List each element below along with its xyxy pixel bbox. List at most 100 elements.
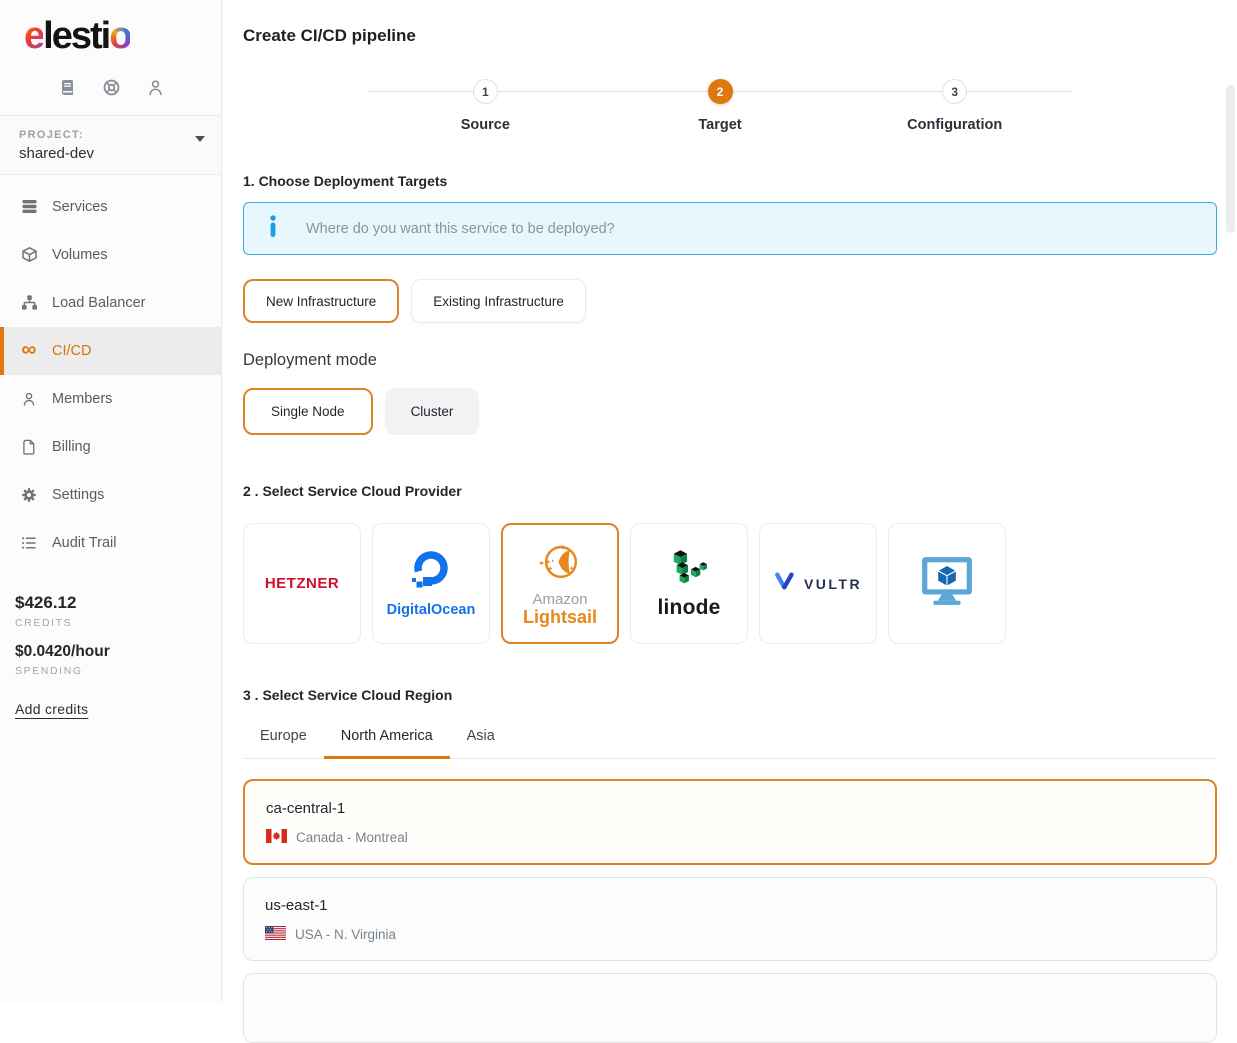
single-node-button[interactable]: Single Node — [243, 388, 373, 435]
region-code: ca-central-1 — [266, 800, 1194, 817]
page-title: Create CI/CD pipeline — [243, 26, 1217, 46]
region-card-partial[interactable] — [243, 973, 1217, 1043]
hetzner-logo: HETZNER — [265, 575, 339, 592]
linode-logo-text: linode — [657, 596, 720, 620]
digitalocean-logo-text: DigitalOcean — [387, 602, 476, 618]
sidebar-item-services[interactable]: Services — [0, 183, 221, 231]
region-code: us-east-1 — [265, 897, 1195, 914]
region-location: Canada - Montreal — [296, 830, 408, 845]
provider-card-hetzner[interactable]: HETZNER — [243, 523, 361, 644]
sidebar-item-audit-trail[interactable]: Audit Trail — [0, 519, 221, 567]
vultr-logo-text: VULTR — [804, 576, 862, 592]
add-credits-link[interactable]: Add credits — [15, 701, 88, 717]
step-target[interactable]: 2 Target — [603, 79, 838, 133]
region-tabs: Europe North America Asia — [243, 718, 1217, 759]
provider-cards: HETZNER DigitalOcean — [243, 523, 1217, 644]
user-icon[interactable] — [146, 78, 165, 97]
members-icon — [20, 391, 38, 407]
info-banner-text: Where do you want this service to be dep… — [306, 221, 615, 237]
region-location: USA - N. Virginia — [295, 927, 396, 942]
project-value: shared-dev — [19, 145, 205, 162]
step-label-configuration: Configuration — [907, 117, 1002, 133]
sidebar-item-cicd[interactable]: ∞ CI/CD — [0, 327, 221, 375]
sidebar-item-label: CI/CD — [52, 343, 91, 359]
chevron-down-icon — [195, 136, 205, 142]
provider-card-linode[interactable]: linode — [630, 523, 748, 644]
sidebar-item-label: Services — [52, 199, 108, 215]
canada-flag-icon — [266, 829, 287, 846]
region-card-us-east-1[interactable]: us-east-1 — [243, 877, 1217, 961]
sidebar-item-label: Volumes — [52, 247, 108, 263]
provider-card-virtual-machine[interactable] — [888, 523, 1006, 644]
cluster-button[interactable]: Cluster — [385, 388, 480, 435]
digitalocean-logo-icon — [410, 550, 452, 599]
spending-amount: $0.0420/hour — [15, 643, 221, 661]
sidebar-item-label: Load Balancer — [52, 295, 146, 311]
lightsail-logo-icon — [537, 539, 583, 590]
credits-block: $426.12 CREDITS $0.0420/hour SPENDING Ad… — [0, 593, 221, 719]
logo-letter-o: o — [109, 15, 130, 57]
sidebar-item-load-balancer[interactable]: Load Balancer — [0, 279, 221, 327]
provider-section-heading: 2 . Select Service Cloud Provider — [243, 483, 1217, 499]
step-circle-3: 3 — [942, 79, 967, 104]
step-label-source: Source — [461, 117, 510, 133]
linode-logo-icon — [668, 548, 710, 593]
tab-asia[interactable]: Asia — [450, 718, 512, 759]
project-label: PROJECT: — [19, 129, 205, 141]
sidebar-item-label: Billing — [52, 439, 91, 455]
audit-trail-icon — [20, 535, 38, 551]
deployment-target-options: New Infrastructure Existing Infrastructu… — [243, 279, 1217, 323]
cicd-infinity-icon: ∞ — [20, 342, 38, 359]
region-card-ca-central-1[interactable]: ca-central-1 Canada - Montreal — [243, 779, 1217, 865]
lightsail-logo-text-lightsail: Lightsail — [523, 608, 597, 628]
vertical-scrollbar-thumb[interactable] — [1226, 85, 1235, 233]
tab-europe[interactable]: Europe — [243, 718, 324, 759]
provider-card-digitalocean[interactable]: DigitalOcean — [372, 523, 490, 644]
new-infrastructure-button[interactable]: New Infrastructure — [243, 279, 399, 323]
sidebar: elestio PROJECT: shared-d — [0, 0, 222, 1002]
sidebar-item-members[interactable]: Members — [0, 375, 221, 423]
step-source[interactable]: 1 Source — [368, 79, 603, 133]
project-selector[interactable]: PROJECT: shared-dev — [0, 115, 221, 175]
credits-amount: $426.12 — [15, 593, 221, 613]
step-label-target: Target — [698, 117, 741, 133]
sidebar-nav: Services Volumes — [0, 183, 221, 567]
deployment-mode-options: Single Node Cluster — [243, 388, 1217, 435]
virtual-machine-monitor-icon — [919, 555, 975, 612]
load-balancer-icon — [20, 294, 38, 311]
sidebar-item-volumes[interactable]: Volumes — [0, 231, 221, 279]
deployment-targets-heading: 1. Choose Deployment Targets — [243, 173, 1217, 189]
stepper: 1 Source 2 Target 3 Configuration — [368, 79, 1072, 133]
provider-card-amazon-lightsail[interactable]: Amazon Lightsail — [501, 523, 619, 644]
sidebar-quick-icons — [0, 58, 221, 115]
tab-north-america[interactable]: North America — [324, 718, 450, 759]
elestio-logo: elestio — [0, 0, 221, 58]
billing-icon — [20, 439, 38, 455]
sidebar-item-label: Audit Trail — [52, 535, 116, 551]
main-content: Create CI/CD pipeline 1 Source 2 Target … — [222, 0, 1237, 1002]
vultr-logo-icon — [774, 572, 795, 596]
region-section-heading: 3 . Select Service Cloud Region — [243, 687, 1217, 703]
provider-card-vultr[interactable]: VULTR — [759, 523, 877, 644]
info-banner: Where do you want this service to be dep… — [243, 202, 1217, 255]
sidebar-item-billing[interactable]: Billing — [0, 423, 221, 471]
deployment-mode-heading: Deployment mode — [243, 351, 1217, 370]
services-icon — [20, 198, 38, 215]
sidebar-item-label: Members — [52, 391, 112, 407]
usa-flag-icon — [265, 926, 286, 943]
step-circle-2: 2 — [708, 79, 733, 104]
credits-label: CREDITS — [15, 617, 221, 629]
life-buoy-icon[interactable] — [102, 78, 121, 97]
sidebar-item-settings[interactable]: Settings — [0, 471, 221, 519]
step-configuration[interactable]: 3 Configuration — [837, 79, 1072, 133]
lightsail-logo-text-amazon: Amazon — [532, 592, 587, 608]
sidebar-item-label: Settings — [52, 487, 104, 503]
step-circle-1: 1 — [473, 79, 498, 104]
info-icon — [268, 214, 278, 243]
existing-infrastructure-button[interactable]: Existing Infrastructure — [411, 279, 586, 323]
settings-gear-icon — [20, 487, 38, 503]
region-list: ca-central-1 Canada - Montreal us-east-1 — [243, 779, 1217, 1043]
book-icon[interactable] — [58, 78, 77, 97]
spending-label: SPENDING — [15, 665, 221, 677]
volumes-icon — [20, 246, 38, 263]
